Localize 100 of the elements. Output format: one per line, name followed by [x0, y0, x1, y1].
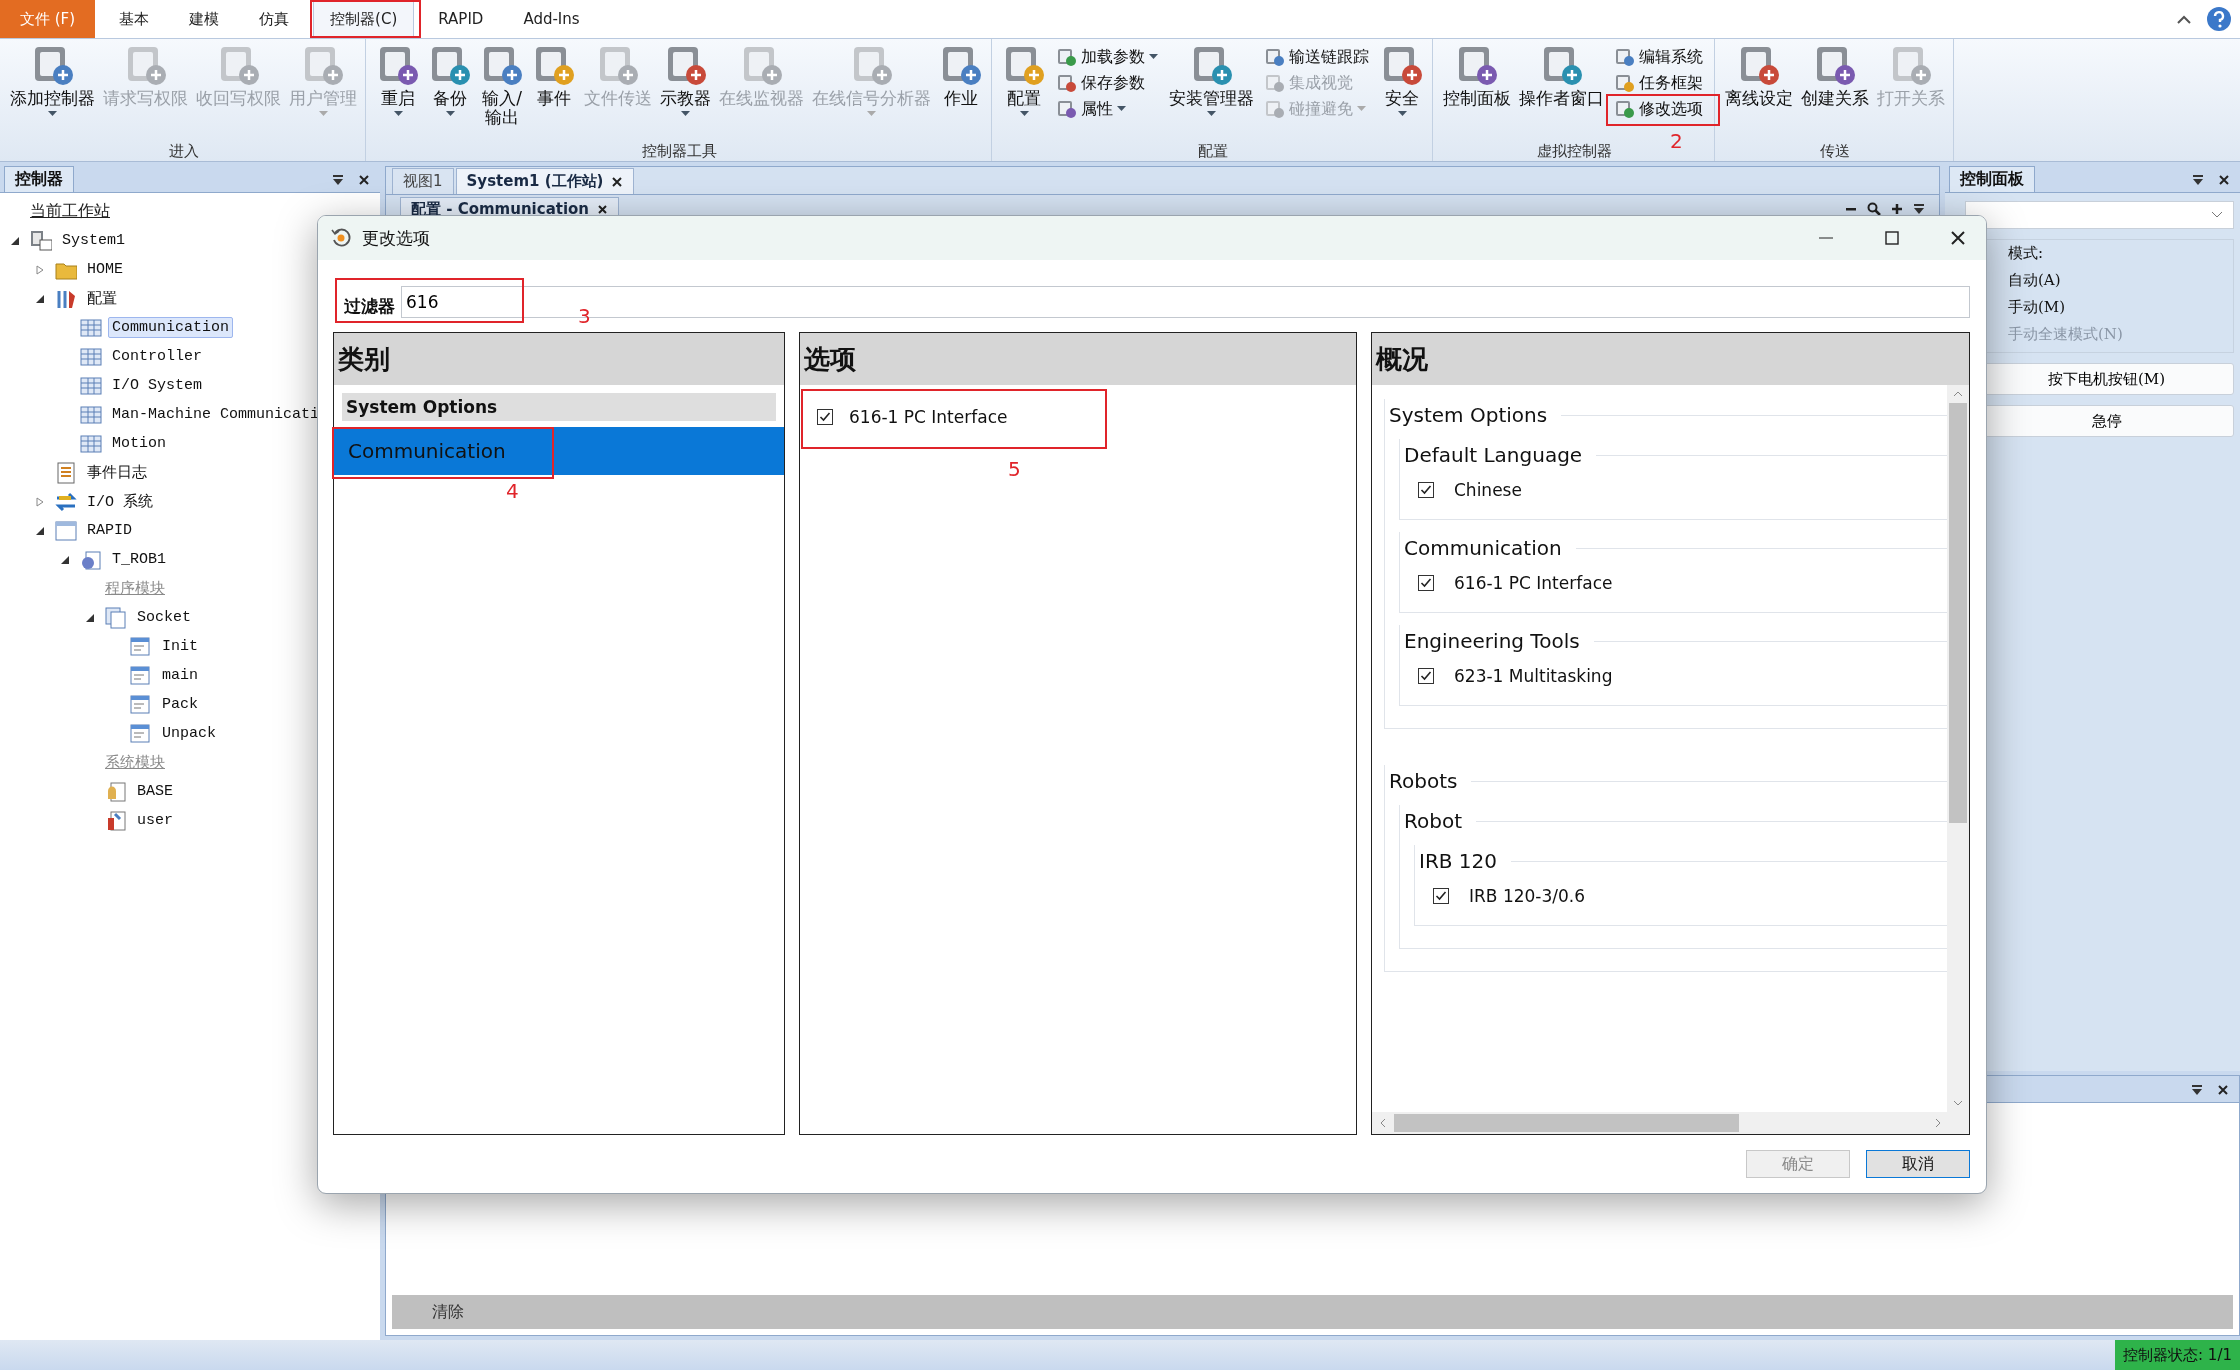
mode-option[interactable]: 自动(A) [2008, 271, 2233, 290]
document-tab[interactable]: 视图1 [392, 168, 454, 194]
menu-tab[interactable]: Add-Ins [507, 0, 596, 38]
tree-item[interactable]: Controller [108, 346, 206, 367]
dropdown-icon[interactable] [332, 174, 344, 186]
ribbon-button[interactable]: 示教器 [656, 41, 715, 119]
category-item[interactable]: Communication [334, 427, 784, 475]
clear-button[interactable]: 清除 [392, 1295, 2233, 1329]
ribbon-button[interactable]: 安装管理器 [1165, 41, 1258, 119]
document-icon [130, 664, 152, 687]
group-heading: Communication [1403, 536, 1562, 560]
dropdown-field[interactable] [1965, 201, 2234, 229]
help-button[interactable] [2206, 6, 2232, 32]
scrollbar-thumb[interactable] [1949, 403, 1967, 823]
tree-item[interactable]: 配置 [83, 287, 121, 310]
checkbox[interactable] [1418, 575, 1434, 591]
ribbon-button[interactable]: 输入/ 输出 [476, 41, 528, 129]
dropdown-icon[interactable] [1913, 203, 1925, 215]
checkbox[interactable] [1418, 668, 1434, 684]
vertical-scrollbar[interactable] [1947, 385, 1969, 1112]
ribbon-button[interactable]: 输送链跟踪 [1262, 45, 1372, 69]
menu-tab[interactable]: 建模 [173, 0, 236, 38]
group-heading: IRB 120 [1418, 849, 1498, 873]
close-icon[interactable] [597, 203, 609, 215]
ribbon-button[interactable]: 操作者窗口 [1515, 41, 1608, 110]
controller-status: 控制器状态: 1/1 [2115, 1340, 2240, 1370]
tree-item[interactable]: 事件日志 [83, 461, 151, 484]
horizontal-scrollbar[interactable] [1372, 1112, 1969, 1134]
dialog-button[interactable]: 取消 [1866, 1150, 1970, 1178]
close-icon[interactable] [2218, 174, 2230, 186]
dropdown-icon[interactable] [2191, 1084, 2203, 1096]
annotation-number: 5 [1008, 459, 1021, 479]
annotation-number: 2 [1670, 131, 1683, 151]
mode-option[interactable]: 手动(M) [2008, 298, 2233, 317]
dropdown-icon[interactable] [2192, 174, 2204, 186]
ribbon-button[interactable]: 配置 [998, 41, 1050, 119]
tree-item[interactable]: RAPID [83, 520, 136, 541]
ribbon-button[interactable]: 控制面板 [1439, 41, 1515, 110]
close-icon[interactable] [611, 175, 624, 188]
menu-tab[interactable]: RAPID [422, 0, 500, 38]
expand-toggle[interactable] [35, 264, 45, 275]
tree-item[interactable]: Socket [133, 607, 195, 628]
expand-toggle[interactable] [35, 496, 45, 507]
ribbon-button[interactable]: 备份 [424, 41, 476, 119]
group-label: 进入 [167, 141, 200, 161]
dialog-title: 更改选项 [362, 226, 430, 250]
tree-item[interactable]: System1 [58, 230, 129, 251]
tree-item[interactable]: Motion [108, 433, 170, 454]
close-icon[interactable] [1950, 230, 1966, 246]
panel-tab[interactable]: 控制面板 [1949, 166, 2035, 192]
close-icon[interactable] [2217, 1084, 2229, 1096]
maximize-icon[interactable] [1884, 230, 1900, 246]
expand-toggle[interactable] [10, 235, 20, 246]
ribbon-button[interactable]: 作业 [935, 41, 987, 110]
document-icon [130, 635, 152, 658]
tree-item[interactable]: T_ROB1 [108, 549, 170, 570]
ribbon-button[interactable]: 保存参数 [1054, 71, 1148, 95]
arrows-icon [55, 490, 77, 513]
ribbon-button[interactable]: 编辑系统 [1612, 45, 1706, 69]
tree-item[interactable]: Init [158, 636, 202, 657]
expand-toggle[interactable] [60, 554, 70, 565]
ribbon-button[interactable]: 修改选项 [1612, 97, 1706, 121]
panel-tab[interactable]: 控制器 [4, 166, 74, 192]
ribbon-button[interactable]: 加载参数 [1054, 45, 1161, 69]
close-icon[interactable] [358, 174, 370, 186]
tree-item[interactable]: user [133, 810, 177, 831]
scrollbar-thumb[interactable] [1394, 1114, 1739, 1132]
tool-icon [1057, 47, 1077, 67]
tool-icon [1615, 73, 1635, 93]
tree-item[interactable]: BASE [133, 781, 177, 802]
option-label: IRB 120-3/0.6 [1469, 886, 1586, 906]
ribbon-button[interactable]: 重启 [372, 41, 424, 119]
tree-section-link[interactable]: 程序模块 [105, 579, 165, 598]
menu-tab[interactable]: 基本 [103, 0, 166, 38]
tree-item[interactable]: I/O 系统 [83, 490, 157, 513]
tree-item[interactable]: Communication [108, 317, 234, 338]
checkbox[interactable] [1418, 482, 1434, 498]
menu-tab[interactable]: 仿真 [243, 0, 306, 38]
tree-item[interactable]: main [158, 665, 202, 686]
document-tab[interactable]: System1 (工作站) [455, 168, 635, 194]
ribbon-button[interactable]: 离线设定 [1721, 41, 1797, 110]
tree-item[interactable]: I/O System [108, 375, 206, 396]
ribbon-button[interactable]: 事件 [528, 41, 580, 110]
ribbon-button[interactable]: 添加控制器 [6, 41, 99, 119]
ribbon-button[interactable]: 任务框架 [1612, 71, 1706, 95]
list-icon [55, 461, 77, 484]
expand-toggle[interactable] [85, 612, 95, 623]
expand-toggle[interactable] [35, 293, 45, 304]
ribbon-button[interactable]: 创建关系 [1797, 41, 1873, 110]
ribbon-button[interactable]: 属性 [1054, 97, 1129, 121]
collapse-icon[interactable] [2176, 13, 2192, 25]
tree-item[interactable]: Pack [158, 694, 202, 715]
ribbon-button[interactable]: 安全 [1376, 41, 1428, 119]
expand-toggle[interactable] [35, 525, 45, 536]
tree-item[interactable]: HOME [83, 259, 127, 280]
tree-section-link[interactable]: 系统模块 [105, 753, 165, 772]
checkbox[interactable] [817, 409, 833, 425]
tree-item[interactable]: Unpack [158, 723, 220, 744]
checkbox[interactable] [1433, 888, 1449, 904]
tree-link[interactable]: 当前工作站 [30, 201, 110, 222]
